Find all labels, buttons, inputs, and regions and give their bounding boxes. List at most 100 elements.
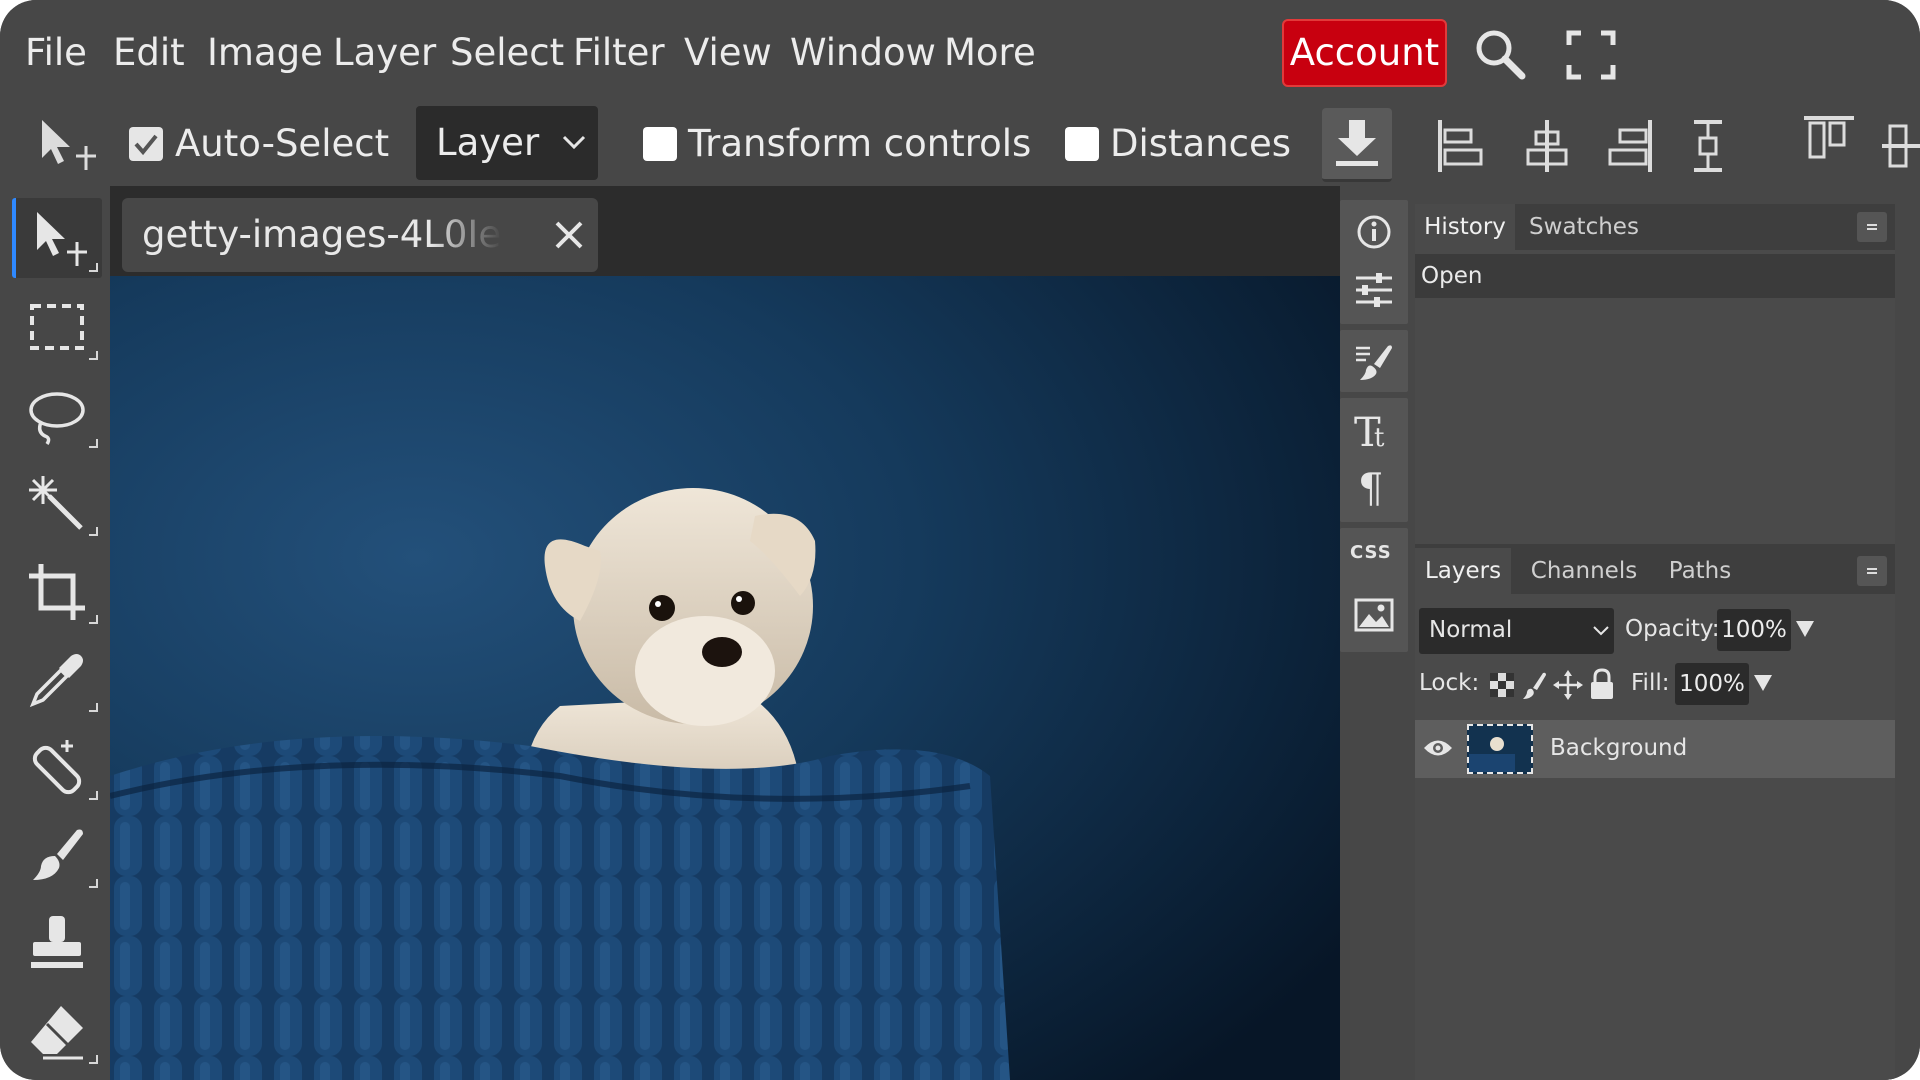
chevron-down-icon: [562, 135, 586, 150]
lock-pixels-icon[interactable]: [1521, 670, 1547, 700]
opacity-dropdown-icon[interactable]: [1795, 620, 1815, 638]
layer-thumbnail-image: [1469, 726, 1531, 772]
menu-bar: File Edit Image Layer Select Filter View…: [0, 0, 1920, 104]
account-button[interactable]: Account: [1282, 19, 1447, 87]
move-tool[interactable]: [12, 198, 102, 278]
align-center-icon[interactable]: [1522, 118, 1572, 174]
align-top-icon[interactable]: [1802, 114, 1856, 164]
menu-select[interactable]: Select: [450, 22, 564, 84]
tab-layers[interactable]: Layers: [1415, 548, 1511, 594]
brush-icon: [33, 829, 83, 880]
distances-label: Distances: [1110, 122, 1292, 165]
menu-edit[interactable]: Edit: [113, 22, 185, 84]
panel-menu-icon[interactable]: [1857, 556, 1887, 586]
healing-tool[interactable]: [12, 726, 102, 806]
blend-mode-select[interactable]: Normal: [1419, 608, 1614, 654]
crop-icon: [29, 564, 85, 620]
eyedropper-icon: [29, 654, 83, 708]
lock-position-icon[interactable]: [1553, 670, 1583, 700]
panel-menu-icon[interactable]: [1857, 212, 1887, 242]
adjustments-icon[interactable]: [1354, 272, 1394, 308]
layers-panel: Layers Channels Paths Normal Opacity: 10…: [1415, 544, 1895, 1080]
crop-tool[interactable]: [12, 550, 102, 630]
bandage-icon: [32, 740, 82, 795]
layers-tabs: Layers Channels Paths: [1415, 548, 1895, 594]
download-icon: [1336, 120, 1378, 166]
panel-icons-column: T t ¶ CSS: [1340, 200, 1408, 660]
distribute-icon[interactable]: [1690, 118, 1726, 174]
tab-swatches[interactable]: Swatches: [1519, 204, 1649, 250]
document-area: getty-images-4L0Ie8V: [110, 186, 1340, 1080]
icon-group-type: T t ¶: [1340, 398, 1408, 522]
layer-name: Background: [1550, 735, 1688, 761]
history-tabs: History Swatches: [1415, 204, 1895, 250]
opacity-label: Opacity:: [1625, 616, 1720, 642]
tab-channels[interactable]: Channels: [1519, 548, 1649, 594]
transform-controls-checkbox[interactable]: [643, 127, 677, 161]
opacity-input[interactable]: 100%: [1717, 609, 1791, 651]
brush-tool[interactable]: [12, 814, 102, 894]
tab-history[interactable]: History: [1415, 204, 1515, 250]
download-button[interactable]: [1322, 108, 1392, 182]
distances-checkbox[interactable]: [1065, 127, 1099, 161]
marquee-tool[interactable]: [12, 286, 102, 366]
document-tab-title: getty-images-4L0Ie8V: [142, 213, 502, 256]
svg-text:¶: ¶: [1358, 466, 1383, 510]
info-icon[interactable]: [1356, 214, 1392, 250]
align-right-icon[interactable]: [1604, 118, 1654, 174]
blend-mode-value: Normal: [1429, 617, 1513, 643]
brush-settings-icon[interactable]: [1354, 342, 1394, 382]
layer-select-value: Layer: [436, 121, 540, 164]
history-entry[interactable]: Open: [1415, 254, 1895, 298]
close-icon[interactable]: [554, 220, 584, 250]
layer-row[interactable]: Background: [1415, 720, 1895, 778]
stamp-tool[interactable]: [12, 902, 102, 982]
dog-photo: [110, 276, 1340, 1080]
icon-group-info: [1340, 200, 1408, 324]
fill-label: Fill:: [1631, 670, 1670, 696]
right-panels: History Swatches Open Layers Channels Pa…: [1410, 186, 1920, 1080]
menu-view[interactable]: View: [684, 22, 772, 84]
history-panel: History Swatches Open: [1415, 204, 1895, 544]
menu-layer[interactable]: Layer: [333, 22, 436, 84]
move-arrow-icon: [37, 212, 87, 266]
lock-all-icon[interactable]: [1589, 668, 1615, 700]
menu-filter[interactable]: Filter: [573, 22, 665, 84]
photopea-app: File Edit Image Layer Select Filter View…: [0, 0, 1920, 1080]
icon-group-brush: [1340, 330, 1408, 392]
auto-select-checkbox[interactable]: [129, 127, 163, 161]
css-icon[interactable]: CSS: [1350, 542, 1392, 563]
lasso-tool[interactable]: [12, 374, 102, 454]
character-icon[interactable]: T t: [1354, 408, 1394, 452]
image-icon[interactable]: [1354, 598, 1394, 634]
lock-label: Lock:: [1419, 670, 1480, 696]
magic-wand-tool[interactable]: [12, 462, 102, 542]
fill-dropdown-icon[interactable]: [1753, 674, 1773, 692]
layer-select[interactable]: Layer: [416, 106, 598, 180]
eraser-tool[interactable]: [12, 990, 102, 1070]
fill-input[interactable]: 100%: [1675, 663, 1749, 705]
fullscreen-icon[interactable]: [1566, 30, 1616, 80]
tools-panel: [0, 186, 110, 1080]
transform-controls-label: Transform controls: [688, 122, 1032, 165]
menu-file[interactable]: File: [25, 22, 87, 84]
layer-thumbnail: [1467, 724, 1533, 774]
eye-icon[interactable]: [1423, 737, 1453, 759]
eraser-icon: [31, 1006, 83, 1060]
search-icon[interactable]: [1470, 24, 1530, 84]
magic-wand-icon: [29, 476, 83, 530]
stamp-icon: [31, 916, 83, 968]
rect-select-icon: [30, 304, 84, 350]
eyedropper-tool[interactable]: [12, 638, 102, 718]
menu-more[interactable]: More: [944, 22, 1036, 84]
align-left-icon[interactable]: [1436, 118, 1486, 174]
move-tool-icon: [34, 116, 98, 174]
image-canvas[interactable]: [110, 276, 1340, 1080]
document-tab[interactable]: getty-images-4L0Ie8V: [122, 198, 598, 272]
tab-paths[interactable]: Paths: [1655, 548, 1745, 594]
lock-transparency-icon[interactable]: [1489, 672, 1515, 698]
paragraph-icon[interactable]: ¶: [1356, 466, 1392, 510]
align-middle-icon[interactable]: [1880, 118, 1920, 174]
menu-image[interactable]: Image: [207, 22, 323, 84]
menu-window[interactable]: Window: [790, 22, 936, 84]
